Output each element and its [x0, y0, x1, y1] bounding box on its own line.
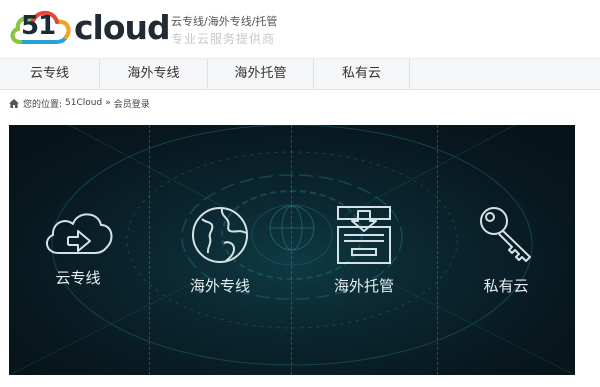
- service-label: 海外专线: [189, 277, 250, 295]
- server-tray-icon: [337, 206, 391, 264]
- services-banner: 云专线 海外专线 海外托管 私有云: [9, 125, 575, 375]
- home-icon: [9, 98, 19, 108]
- service-overseas-hosting[interactable]: 海外托管: [304, 203, 424, 296]
- breadcrumb-prefix: 您的位置:: [23, 99, 63, 110]
- nav-item-overseas-hosting[interactable]: 海外托管: [208, 59, 314, 89]
- nav-item-overseas-line[interactable]: 海外专线: [100, 59, 208, 89]
- service-private-cloud[interactable]: 私有云: [446, 203, 566, 296]
- breadcrumb-home-link[interactable]: 51Cloud: [65, 98, 102, 108]
- service-cloud-line[interactable]: 云专线: [18, 203, 138, 288]
- breadcrumb: 您的位置: 51Cloud » 会员登录: [9, 96, 150, 110]
- nav-item-cloud-line[interactable]: 云专线: [0, 59, 100, 89]
- service-label: 云专线: [55, 269, 101, 287]
- logo[interactable]: 51 cloud: [8, 4, 171, 52]
- key-icon: [480, 207, 531, 262]
- globe-icon: [192, 207, 248, 263]
- logo-word: cloud: [74, 8, 171, 47]
- cloud-upload-icon: [46, 213, 113, 254]
- divider-line: [291, 125, 292, 375]
- service-overseas-line[interactable]: 海外专线: [160, 203, 280, 296]
- site-header: 51 cloud 云专线/海外专线/托管 专业云服务提供商: [0, 0, 600, 58]
- service-label: 海外托管: [333, 277, 394, 295]
- slogan-line2: 专业云服务提供商: [171, 32, 276, 46]
- slogan-line1: 云专线/海外专线/托管: [171, 15, 278, 28]
- main-nav: 云专线 海外专线 海外托管 私有云: [0, 58, 600, 90]
- logo-number: 51: [21, 11, 56, 41]
- divider-line: [437, 125, 438, 375]
- divider-line: [149, 125, 150, 375]
- breadcrumb-current: 会员登录: [113, 99, 150, 110]
- service-label: 私有云: [483, 277, 529, 295]
- nav-item-private-cloud[interactable]: 私有云: [314, 59, 410, 89]
- breadcrumb-separator: »: [105, 98, 111, 108]
